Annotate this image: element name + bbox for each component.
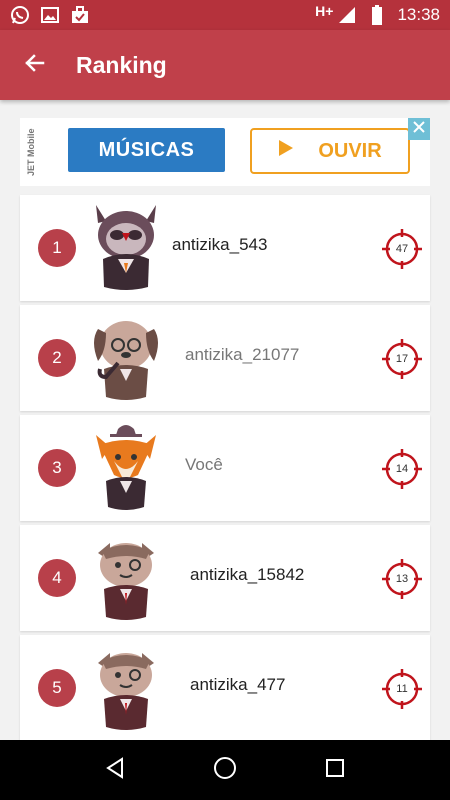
- ranking-row[interactable]: 1 antizika_543 47: [20, 195, 430, 301]
- home-circle-icon: [213, 756, 237, 785]
- status-bar: H+ 13:38: [0, 0, 450, 30]
- player-name: antizika_21077: [185, 345, 300, 364]
- recents-square-icon: [325, 758, 345, 783]
- rank-badge: 1: [38, 229, 76, 267]
- close-icon: [413, 120, 425, 138]
- player-name: antizika_543: [172, 235, 268, 254]
- score-target: 17: [380, 337, 424, 381]
- score-value: 11: [396, 683, 408, 695]
- score-value: 47: [395, 243, 409, 255]
- ranking-row[interactable]: 3 Você 14: [20, 415, 430, 521]
- network-type: H+: [315, 3, 334, 19]
- score-target: 14: [380, 447, 424, 491]
- nav-recents-button[interactable]: [315, 750, 355, 790]
- ad-banner[interactable]: JET Mobile MÚSICAS OUVIR: [20, 118, 430, 186]
- ranking-row[interactable]: 4 antizika_15842 13: [20, 525, 430, 631]
- score-value: 14: [395, 463, 409, 475]
- score-target: 13: [380, 557, 424, 601]
- briefcase-check-icon: [70, 5, 90, 25]
- battery-icon: [367, 5, 387, 25]
- ad-ouvir-button[interactable]: OUVIR: [250, 128, 410, 174]
- owl-avatar: [96, 205, 156, 290]
- arrow-left-icon: [23, 51, 47, 80]
- image-icon: [40, 5, 60, 25]
- page-title: Ranking: [76, 51, 167, 78]
- rank-badge: 3: [38, 449, 76, 487]
- score-target: 11: [380, 667, 424, 711]
- back-button[interactable]: [0, 30, 70, 100]
- rank-badge: 4: [38, 559, 76, 597]
- cat-avatar: [98, 543, 154, 620]
- cat-avatar: [98, 653, 154, 730]
- ad-close-button[interactable]: [408, 118, 430, 140]
- nav-home-button[interactable]: [205, 750, 245, 790]
- player-name: Você: [185, 455, 223, 474]
- rank-badge: 5: [38, 669, 76, 707]
- score-target: 47: [380, 227, 424, 271]
- ad-brand: JET Mobile: [26, 128, 36, 176]
- fox-avatar: [96, 425, 156, 510]
- signal-icon: [337, 5, 357, 25]
- player-name: antizika_477: [190, 675, 286, 694]
- app-bar: Ranking: [0, 30, 450, 100]
- play-icon: [278, 139, 294, 163]
- status-time: 13:38: [397, 5, 440, 24]
- nav-back-button[interactable]: [95, 750, 135, 790]
- ad-ouvir-label: OUVIR: [318, 139, 382, 162]
- system-nav-bar: [0, 740, 450, 800]
- ranking-row[interactable]: 2 antizika_21077 17: [20, 305, 430, 411]
- whatsapp-icon: [10, 5, 30, 25]
- ad-musicas-button[interactable]: MÚSICAS: [68, 128, 225, 172]
- ranking-row[interactable]: 5 antizika_477 11: [20, 635, 430, 741]
- player-name: antizika_15842: [190, 565, 305, 584]
- score-value: 17: [395, 353, 409, 365]
- rank-badge: 2: [38, 339, 76, 377]
- back-triangle-icon: [104, 756, 126, 784]
- score-value: 13: [395, 573, 409, 585]
- ranking-list: 1 antizika_543 47 2 antizika_21077 17 3 …: [20, 195, 430, 745]
- dog-avatar: [94, 321, 158, 400]
